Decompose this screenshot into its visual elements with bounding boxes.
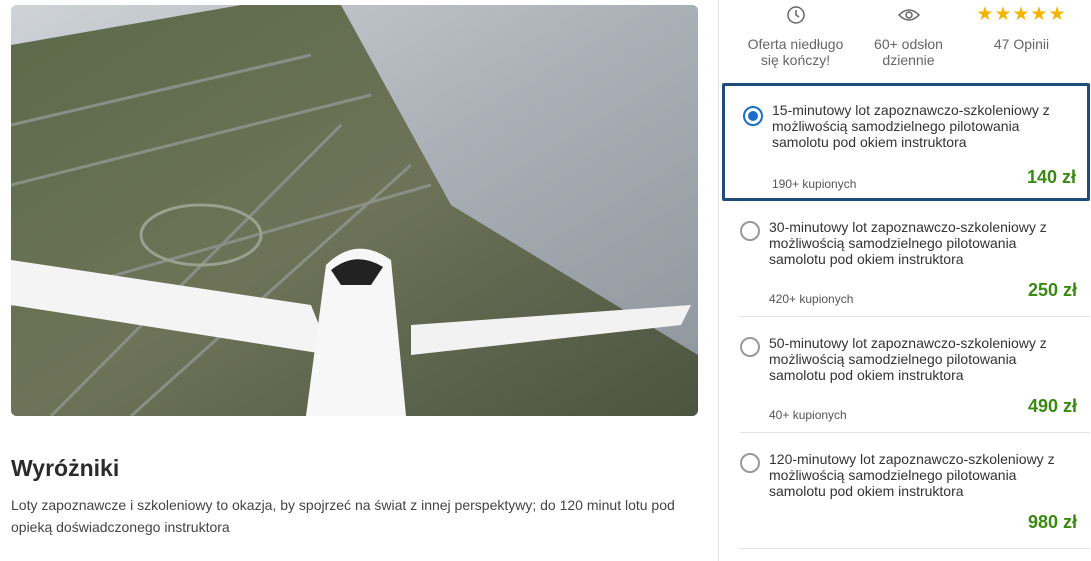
option-item[interactable]: 50-minutowy lot zapoznawczo-szkoleniowy … [740,317,1090,433]
highlights-text: Loty zapoznawcze i szkoleniowy to okazja… [11,497,675,535]
option-title: 50-minutowy lot zapoznawczo-szkoleniowy … [769,335,1047,383]
radio-button[interactable] [740,453,760,473]
option-count: 40+ kupionych [769,408,847,422]
vertical-divider [718,0,719,561]
stat-views: 60+ odsłon dziennie [852,4,965,68]
radio-button[interactable] [740,337,760,357]
option-title: 15-minutowy lot zapoznawczo-szkoleniowy … [772,102,1050,150]
option-title: 120-minutowy lot zapoznawczo-szkoleniowy… [769,451,1055,499]
option-list: 15-minutowy lot zapoznawczo-szkoleniowy … [722,83,1090,549]
stat-ending-line1: Oferta niedługo [747,36,844,52]
eye-icon [852,4,965,26]
option-item[interactable]: 30-minutowy lot zapoznawczo-szkoleniowy … [740,201,1090,317]
option-price: 140 zł [1026,167,1076,187]
reviews-count[interactable]: 47 Opinii [965,36,1078,52]
option-price: 250 zł [1027,280,1077,300]
clock-icon [739,4,852,26]
stat-ending: Oferta niedługo się kończy! [739,4,852,68]
highlights-title: Wyróżniki [11,455,120,481]
option-price: 980 zł [1027,512,1077,532]
offer-stats: Oferta niedługo się kończy! 60+ odsłon d… [739,0,1079,80]
option-title: 30-minutowy lot zapoznawczo-szkoleniowy … [769,219,1047,267]
stat-reviews[interactable]: ★★★★★ 47 Opinii [965,4,1078,52]
option-count: 190+ kupionych [772,177,857,191]
stat-views-line1: 60+ odsłon [874,36,943,52]
option-item[interactable]: 120-minutowy lot zapoznawczo-szkoleniowy… [740,433,1090,549]
option-price: 490 zł [1027,396,1077,416]
star-rating-icon: ★★★★★ [976,4,1067,25]
stat-views-line2: dziennie [882,52,935,68]
radio-button[interactable] [743,106,763,126]
radio-button[interactable] [740,221,760,241]
hero-image [11,5,698,416]
airplane-photo [11,5,698,416]
stat-ending-line2: się kończy! [760,52,831,68]
option-count: 420+ kupionych [769,292,854,306]
option-item[interactable]: 15-minutowy lot zapoznawczo-szkoleniowy … [722,83,1090,201]
